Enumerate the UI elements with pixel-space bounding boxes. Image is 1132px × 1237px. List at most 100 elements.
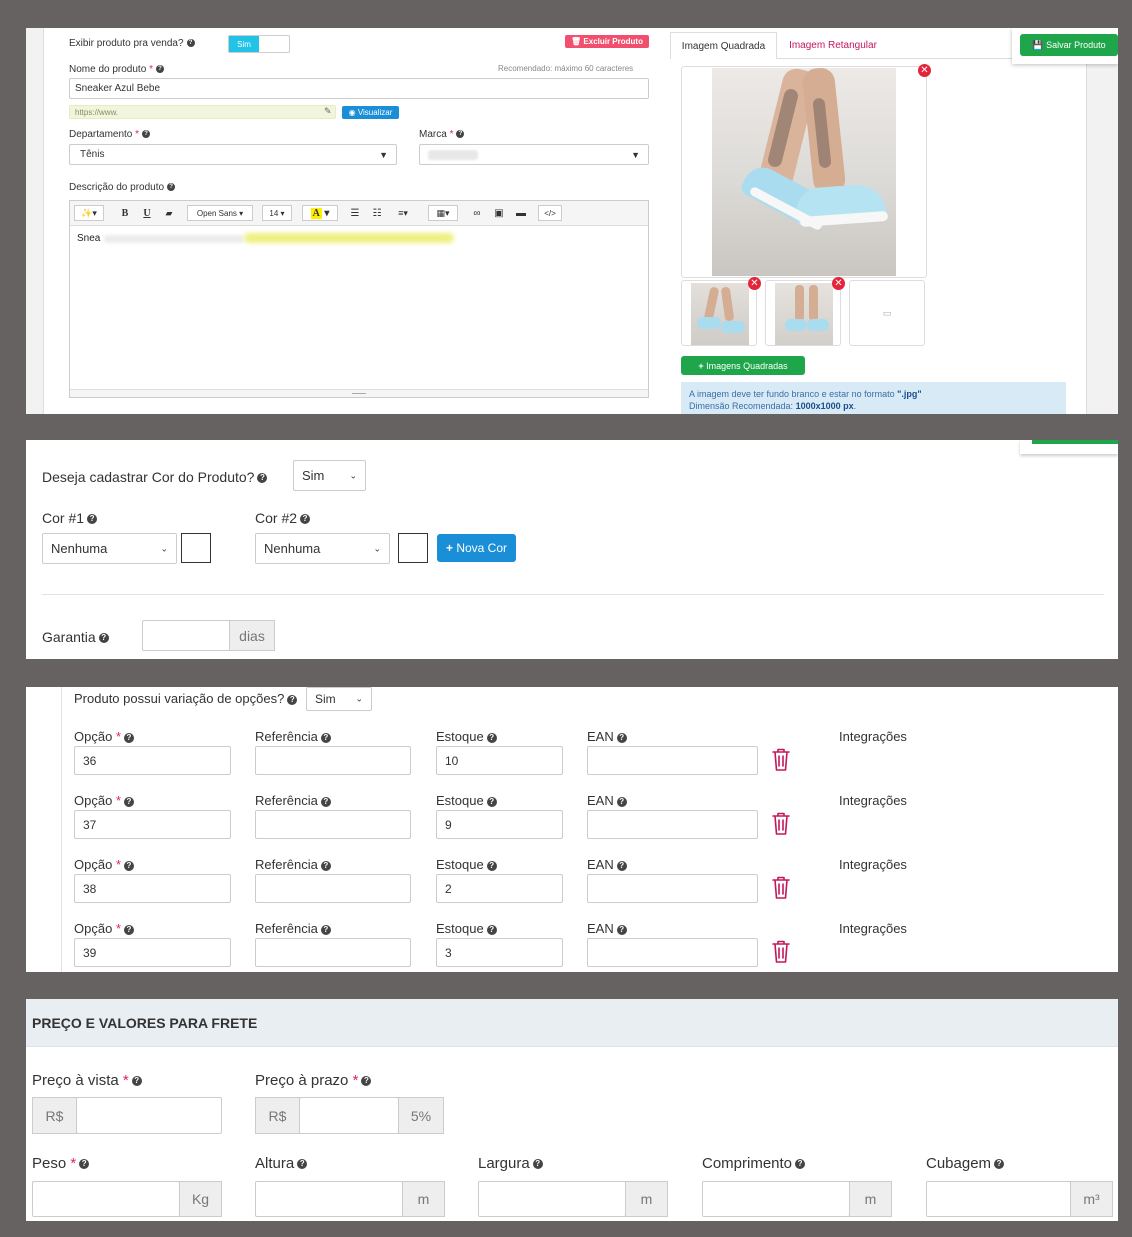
table-icon[interactable]: ▦▾ [428,205,458,221]
departamento-label: Departamento *? [69,129,151,140]
trash-icon[interactable] [772,940,790,964]
referencia-input[interactable] [255,810,411,839]
image-info-box: A imagem deve ter fundo branco e estar n… [681,382,1066,414]
tab-imagem-quadrada[interactable]: Imagem Quadrada [670,32,777,59]
visualizar-button[interactable]: ◉ Visualizar [342,106,399,119]
remove-thumbnail-1-icon[interactable]: ✕ [748,277,761,290]
largura-label: Largura? [478,1155,543,1172]
font-family-select[interactable]: Open Sans ▾ [187,205,253,221]
ean-input[interactable] [587,810,758,839]
ean-input[interactable] [587,874,758,903]
exibir-label: Exibir produto pra venda?? [69,38,195,49]
nome-hint: Recomendado: máximo 60 caracteres [498,64,634,73]
opcao-label: Opção *? [74,921,134,936]
opcao-input[interactable]: 36 [74,746,231,775]
edit-url-icon[interactable]: ✎ [324,106,332,117]
ordered-list-icon[interactable]: ☷ [368,205,386,221]
opcao-input[interactable]: 38 [74,874,231,903]
thumbnail-empty[interactable]: ▭ [849,280,925,346]
paragraph-align-select[interactable]: ≡▾ [390,205,416,221]
referencia-input[interactable] [255,938,411,967]
code-view-icon[interactable]: </> [538,205,562,221]
nova-cor-button[interactable]: + Nova Cor [437,534,516,562]
chevron-down-icon: ▼ [631,149,640,160]
cor1-swatch[interactable] [181,533,211,563]
underline-button[interactable]: U [138,205,156,221]
marca-select[interactable]: ▼ [419,144,649,165]
url-input[interactable]: https://www. [69,105,336,119]
opcao-input[interactable]: 39 [74,938,231,967]
trash-icon[interactable] [772,812,790,836]
cubagem-input[interactable] [926,1181,1071,1217]
departamento-select[interactable]: Tênis ▼ [69,144,397,165]
estoque-input[interactable]: 9 [436,810,563,839]
altura-input[interactable] [255,1181,403,1217]
main-product-image [712,68,896,276]
cor1-select[interactable]: Nenhuma ⌄ [42,533,177,564]
largura-unit: m [625,1181,668,1217]
estoque-input[interactable]: 10 [436,746,563,775]
estoque-input[interactable]: 3 [436,938,563,967]
thumbnail-1[interactable] [681,280,757,346]
magic-wand-button[interactable]: ✨▾ [74,205,104,221]
marca-blurred-value [428,150,478,160]
editor-toolbar: ✨▾ B U ▰ Open Sans ▾ 14 ▾ A ▾ ☰ ☷ ≡▾ ▦▾ … [70,201,648,226]
preco-vista-label: Preço à vista *? [32,1072,142,1089]
estoque-input[interactable]: 2 [436,874,563,903]
integracoes-label: Integrações [839,729,907,744]
opcao-label: Opção *? [74,857,134,872]
cor-question-select[interactable]: Sim ⌄ [293,460,366,491]
editor-blurred-text [104,235,244,243]
rich-text-editor: ✨▾ B U ▰ Open Sans ▾ 14 ▾ A ▾ ☰ ☷ ≡▾ ▦▾ … [69,200,649,398]
comprimento-label: Comprimento? [702,1155,806,1172]
link-icon[interactable]: ∞ [468,205,486,221]
comprimento-unit: m [849,1181,892,1217]
peso-input[interactable] [32,1181,180,1217]
opcao-input[interactable]: 37 [74,810,231,839]
integracoes-label: Integrações [839,793,907,808]
largura-input[interactable] [478,1181,626,1217]
ean-label: EAN? [587,793,627,808]
add-imagens-quadradas-button[interactable]: + Imagens Quadradas [681,356,805,375]
cor2-select[interactable]: Nenhuma ⌄ [255,533,390,564]
salvar-produto-button[interactable]: 💾 Salvar Produto [1020,34,1118,56]
preco-prazo-input[interactable] [299,1097,399,1134]
eraser-icon[interactable]: ▰ [160,205,178,221]
thumbnail-2[interactable] [765,280,841,346]
marca-label: Marca *? [419,129,465,140]
peso-label: Peso *? [32,1155,90,1172]
garantia-input[interactable] [142,620,230,651]
font-size-select[interactable]: 14 ▾ [262,205,292,221]
remove-thumbnail-2-icon[interactable]: ✕ [832,277,845,290]
cor2-swatch[interactable] [398,533,428,563]
trash-icon[interactable] [772,876,790,900]
ean-label: EAN? [587,921,627,936]
editor-content[interactable]: Snea [77,233,100,244]
ean-input[interactable] [587,938,758,967]
video-icon[interactable]: ▬ [512,205,530,221]
referencia-input[interactable] [255,874,411,903]
descricao-label: Descrição do produto? [69,182,176,193]
cor-question-label: Deseja cadastrar Cor do Produto?? [42,469,268,485]
excluir-produto-button[interactable]: 🗑 Excluir Produto [565,35,649,48]
nome-input[interactable]: Sneaker Azul Bebe [69,78,649,99]
unordered-list-icon[interactable]: ☰ [346,205,364,221]
comprimento-input[interactable] [702,1181,850,1217]
cubagem-unit: m³ [1070,1181,1113,1217]
bold-button[interactable]: B [116,205,134,221]
variacao-question-select[interactable]: Sim ⌄ [306,687,372,711]
remove-main-image-icon[interactable]: ✕ [918,64,931,77]
variations-panel: Produto possui variação de opções?? Sim ⌄… [26,687,1118,972]
exibir-toggle[interactable]: Sim [228,35,290,53]
garantia-unit: dias [229,620,275,651]
preco-vista-input[interactable] [76,1097,222,1134]
image-icon[interactable]: ▣ [490,205,508,221]
text-color-button[interactable]: A ▾ [302,205,338,221]
trash-icon[interactable] [772,748,790,772]
tab-imagem-retangular[interactable]: Imagem Retangular [777,32,889,59]
ean-input[interactable] [587,746,758,775]
referencia-input[interactable] [255,746,411,775]
pricing-panel: PREÇO E VALORES PARA FRETE Preço à vista… [26,999,1118,1221]
editor-resize-handle[interactable] [70,389,648,397]
estoque-label: Estoque? [436,921,497,936]
